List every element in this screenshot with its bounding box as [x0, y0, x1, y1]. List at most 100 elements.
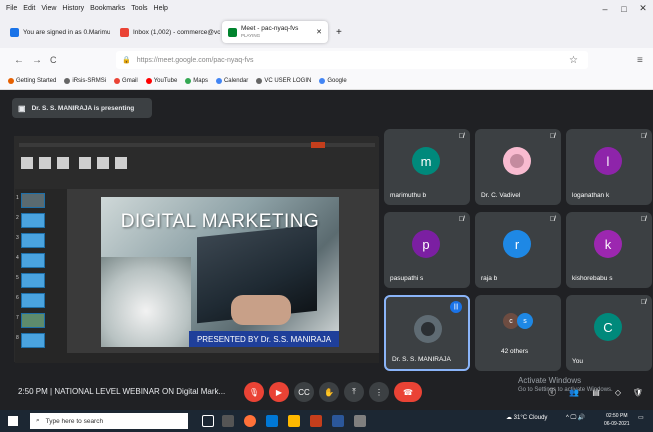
address-bar[interactable]: 🔒 https://meet.google.com/pac-nyaq-fvs ☆	[116, 51, 588, 69]
reload-icon[interactable]: C	[50, 55, 57, 65]
minimize-button[interactable]: –	[597, 0, 613, 17]
current-slide: DIGITAL MARKETING PRESENTED BY Dr. S.S. …	[101, 197, 339, 347]
maximize-button[interactable]: □	[616, 0, 632, 17]
tab-signed-in[interactable]: You are signed in as 0.Marimuth ✕	[4, 21, 110, 43]
activities-icon[interactable]: ◇	[608, 382, 628, 402]
avatar: l	[594, 147, 622, 175]
clock[interactable]: 02:50 PM 06-09-2021	[604, 412, 630, 428]
close-window-button[interactable]: ✕	[635, 0, 651, 17]
menu-view[interactable]: View	[41, 5, 56, 12]
slide-subtitle: PRESENTED BY Dr. S.S. MANIRAJA	[189, 331, 339, 347]
menu-bookmarks[interactable]: Bookmarks	[90, 5, 125, 12]
participant-tile-kishorebabu[interactable]: 🎙̸ k kishorebabu s	[566, 212, 652, 288]
participant-tile-loganathan[interactable]: 🎙̸ l loganathan k	[566, 129, 652, 205]
avatar: s	[517, 313, 533, 329]
presenting-label: Dr. S. S. MANIRAJA is presenting	[31, 104, 135, 112]
menu-history[interactable]: History	[62, 5, 84, 12]
bookmark-maps[interactable]: Maps	[185, 77, 208, 84]
notifications-icon[interactable]: ▭	[638, 414, 644, 421]
powerpoint-taskbar-icon[interactable]	[310, 415, 322, 427]
ppt-new-slide-icon	[21, 157, 33, 169]
presentation-stage: 1 2 3 4 5 6 7 8 DIGITAL MARKETING PRESEN…	[14, 136, 379, 363]
hamburger-menu-icon[interactable]: ≡	[637, 55, 643, 66]
bookmark-star-icon[interactable]: ☆	[569, 55, 578, 66]
slide-canvas: DIGITAL MARKETING PRESENTED BY Dr. S.S. …	[67, 189, 379, 353]
camera-toggle-button[interactable]: ▶	[269, 382, 289, 402]
bookmark-getting-started[interactable]: Getting Started	[8, 77, 56, 84]
captions-button[interactable]: CC	[294, 382, 314, 402]
ppt-ribbon	[15, 137, 379, 189]
participant-name: You	[572, 358, 583, 365]
present-button[interactable]: ⤒	[344, 382, 364, 402]
windows-start-icon[interactable]	[8, 416, 18, 426]
cloud-icon: ☁	[506, 415, 514, 421]
participant-name: marimuthu b	[390, 192, 427, 199]
tray-icons[interactable]: ^ 🖵 🔊	[566, 414, 585, 422]
more-options-button[interactable]: ⋮	[369, 382, 389, 402]
raise-hand-button[interactable]: ✋	[319, 382, 339, 402]
slide-thumbnail	[21, 233, 45, 248]
chat-icon[interactable]: ▤	[586, 382, 606, 402]
firefox-taskbar-icon[interactable]	[244, 415, 256, 427]
tab-meet[interactable]: Meet - pac-nyaq-fvs PLAYING ✕	[222, 21, 328, 43]
participant-tile-vadivel[interactable]: 🎙̸ Dr. C. Vadivel	[475, 129, 561, 205]
thumb-number: 6	[16, 295, 19, 301]
back-icon[interactable]: ←	[14, 55, 24, 66]
ppt-style-icon	[115, 157, 127, 169]
slide-thumbnail	[21, 293, 45, 308]
participant-name: Dr. S. S. MANIRAJA	[392, 356, 451, 363]
present-screen-icon: ▣	[18, 103, 26, 113]
participant-tile-maniraja[interactable]: ||| Dr. S. S. MANIRAJA	[384, 295, 470, 371]
thumb-number: 2	[16, 215, 19, 221]
task-view-icon[interactable]	[222, 415, 234, 427]
mic-toggle-button[interactable]: 🎙	[244, 382, 264, 402]
edge-taskbar-icon[interactable]	[266, 415, 278, 427]
presenting-badge[interactable]: ▣ Dr. S. S. MANIRAJA is presenting	[12, 98, 152, 118]
host-controls-icon[interactable]: 🛡	[628, 382, 648, 402]
participant-tile-others[interactable]: c s 42 others	[475, 295, 561, 371]
participant-tile-pasupathi[interactable]: 🎙̸ p pasupathi s	[384, 212, 470, 288]
tab-label: Meet - pac-nyaq-fvs	[241, 25, 299, 32]
bookmark-youtube[interactable]: YouTube	[145, 77, 177, 84]
new-tab-button[interactable]: +	[330, 21, 346, 43]
weather-widget[interactable]: ☁ 31°C Cloudy	[506, 414, 547, 421]
cortana-icon[interactable]	[202, 415, 214, 427]
menu-tools[interactable]: Tools	[131, 5, 147, 12]
participant-tile-marimuthu[interactable]: 🎙̸ m marimuthu b	[384, 129, 470, 205]
bookmarks-bar: Getting Started iRsis-SRMSi Gmail YouTub…	[0, 72, 653, 90]
participant-name: raja b	[481, 275, 498, 282]
menu-help[interactable]: Help	[154, 5, 168, 12]
globe-icon	[256, 77, 263, 84]
bookmark-vc-user-login[interactable]: VC USER LOGIN	[256, 77, 311, 84]
forward-icon[interactable]: →	[32, 55, 42, 66]
menu-edit[interactable]: Edit	[23, 5, 35, 12]
info-icon[interactable]: ⓘ	[542, 382, 562, 402]
bookmark-google[interactable]: Google	[319, 77, 347, 84]
thumb-number: 1	[16, 195, 19, 201]
taskbar-search-box[interactable]: ⌕ Type here to search	[30, 413, 188, 429]
mic-off-icon: 🎙̸	[458, 133, 464, 140]
menu-file[interactable]: File	[6, 5, 17, 12]
presenting-bar: ▣ Dr. S. S. MANIRAJA is presenting	[0, 90, 653, 126]
app-taskbar-icon[interactable]	[354, 415, 366, 427]
bookmark-irsis[interactable]: iRsis-SRMSi	[64, 77, 106, 84]
file-explorer-icon[interactable]	[288, 415, 300, 427]
slide-thumbnail	[21, 273, 45, 288]
people-icon[interactable]: 👥	[564, 382, 584, 402]
avatar: r	[503, 230, 531, 258]
word-taskbar-icon[interactable]	[332, 415, 344, 427]
participant-tile-raja[interactable]: 🎙̸ r raja b	[475, 212, 561, 288]
participant-name: 42 others	[501, 348, 529, 355]
bookmark-gmail[interactable]: Gmail	[114, 77, 138, 84]
participant-tile-you[interactable]: 🎙̸ C You	[566, 295, 652, 371]
slide-thumbnail	[21, 253, 45, 268]
thumb-number: 7	[16, 315, 19, 321]
slide-thumbnail	[21, 313, 45, 328]
google-icon	[215, 77, 222, 84]
tab-close-icon[interactable]: ✕	[316, 28, 322, 36]
globe-icon	[185, 77, 192, 84]
bookmark-calendar[interactable]: Calendar	[215, 77, 248, 84]
avatar: C	[594, 313, 622, 341]
tab-inbox[interactable]: Inbox (1,002) - commerce@vcew ✕	[114, 21, 220, 43]
leave-call-button[interactable]: ☎	[394, 382, 422, 402]
